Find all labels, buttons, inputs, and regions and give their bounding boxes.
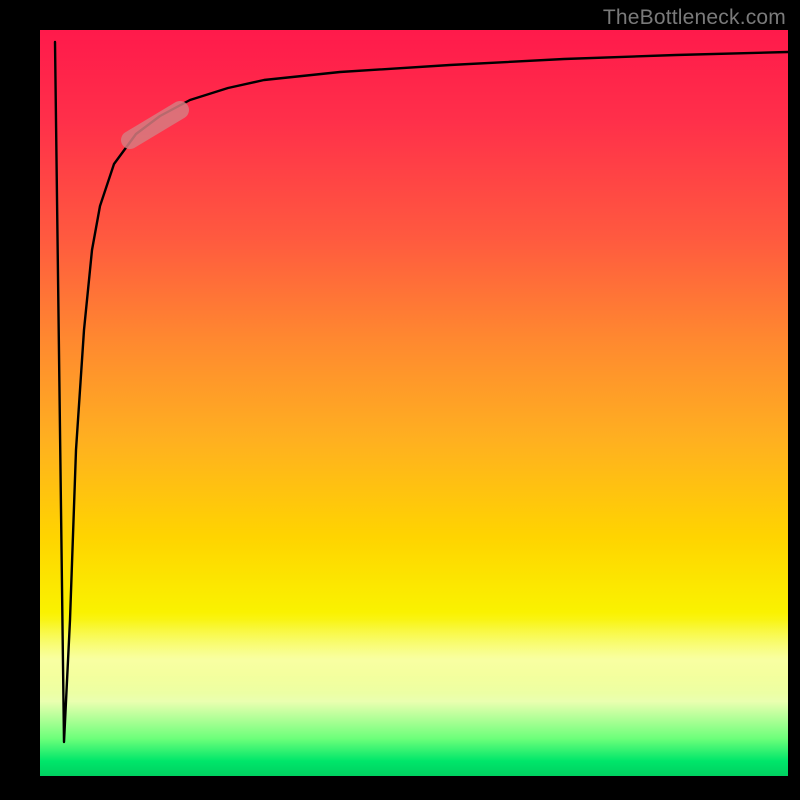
highlight-marker	[130, 110, 180, 140]
plot-area	[40, 30, 788, 776]
chart-frame: TheBottleneck.com	[0, 0, 800, 800]
watermark-text: TheBottleneck.com	[603, 6, 786, 30]
curve-layer	[40, 30, 788, 776]
curve-path	[55, 42, 788, 742]
